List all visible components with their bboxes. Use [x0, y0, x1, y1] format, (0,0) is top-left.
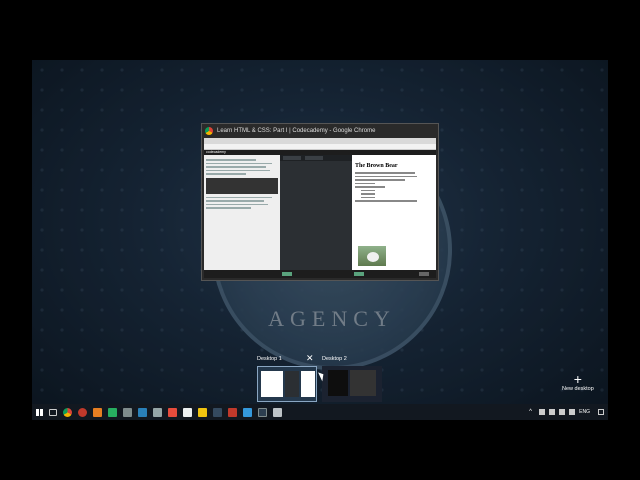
chrome-icon: [205, 127, 213, 135]
editor-tabs: [280, 155, 352, 161]
app-icon-blue[interactable]: [138, 407, 147, 417]
desktop-1-thumbnail[interactable]: [257, 366, 317, 402]
app-icon-orange[interactable]: [93, 407, 102, 417]
preview-pane: The Brown Bear: [352, 155, 436, 270]
new-desktop-button[interactable]: + New desktop: [562, 372, 594, 392]
plus-icon: +: [573, 371, 582, 387]
window-title-bar: Learn HTML & CSS: Part I | Codecademy - …: [202, 124, 438, 138]
desktop-2-thumbnail[interactable]: [322, 366, 382, 402]
app-icon-monitor[interactable]: [123, 407, 132, 417]
lesson-code-block: [206, 177, 278, 194]
close-desktop-icon[interactable]: ✕: [306, 353, 314, 364]
editor-bottom-bar: [204, 270, 436, 278]
virtual-desktops-strip: Desktop 1 ✕ Desktop 2: [32, 353, 608, 404]
system-tray: ^ ENG: [529, 404, 604, 420]
folder-icon[interactable]: [198, 407, 207, 417]
task-view-icon[interactable]: [49, 408, 57, 416]
app-icon-red-2[interactable]: [168, 407, 177, 417]
app-icon-green[interactable]: [108, 407, 117, 417]
network-icon[interactable]: [539, 409, 546, 415]
new-desktop-label: New desktop: [562, 386, 594, 392]
app-icon-navy[interactable]: [213, 407, 222, 417]
mail-icon[interactable]: [273, 407, 282, 417]
chrome-window-thumbnail[interactable]: Learn HTML & CSS: Part I | Codecademy - …: [202, 124, 438, 280]
desktop-screen: AGENCY Learn HTML & CSS: Part I | Codeca…: [32, 60, 608, 420]
notification-flag-icon[interactable]: [569, 409, 576, 415]
preview-heading: The Brown Bear: [355, 163, 398, 169]
desktop-1-label: Desktop 1: [257, 356, 282, 362]
editor-panes: The Brown Bear: [204, 155, 436, 270]
app-icon-red[interactable]: [78, 407, 87, 417]
browser-content: codecademy The Brown Bear: [204, 138, 436, 278]
desktop-2-label: Desktop 2: [322, 356, 347, 362]
code-editor-pane: [280, 155, 352, 270]
start-button[interactable]: [32, 404, 46, 420]
windows-icon: [35, 408, 43, 416]
app-icon-white[interactable]: [183, 407, 192, 417]
app-icon-blue-2[interactable]: [243, 407, 252, 417]
chevron-up-icon[interactable]: ^: [529, 409, 535, 415]
app-icon-gray[interactable]: [153, 407, 162, 417]
app-icon-red-3[interactable]: [228, 407, 237, 417]
bear-image: [358, 246, 386, 266]
language-indicator[interactable]: ENG: [579, 409, 590, 415]
window-title: Learn HTML & CSS: Part I | Codecademy - …: [217, 128, 376, 134]
taskbar: ^ ENG: [32, 404, 608, 420]
battery-icon[interactable]: [549, 409, 556, 415]
app-icon-dark[interactable]: [258, 407, 267, 417]
volume-icon[interactable]: [559, 409, 566, 415]
chrome-taskbar-icon[interactable]: [63, 407, 72, 417]
action-center-icon[interactable]: [598, 409, 604, 415]
lesson-pane: [204, 155, 280, 270]
